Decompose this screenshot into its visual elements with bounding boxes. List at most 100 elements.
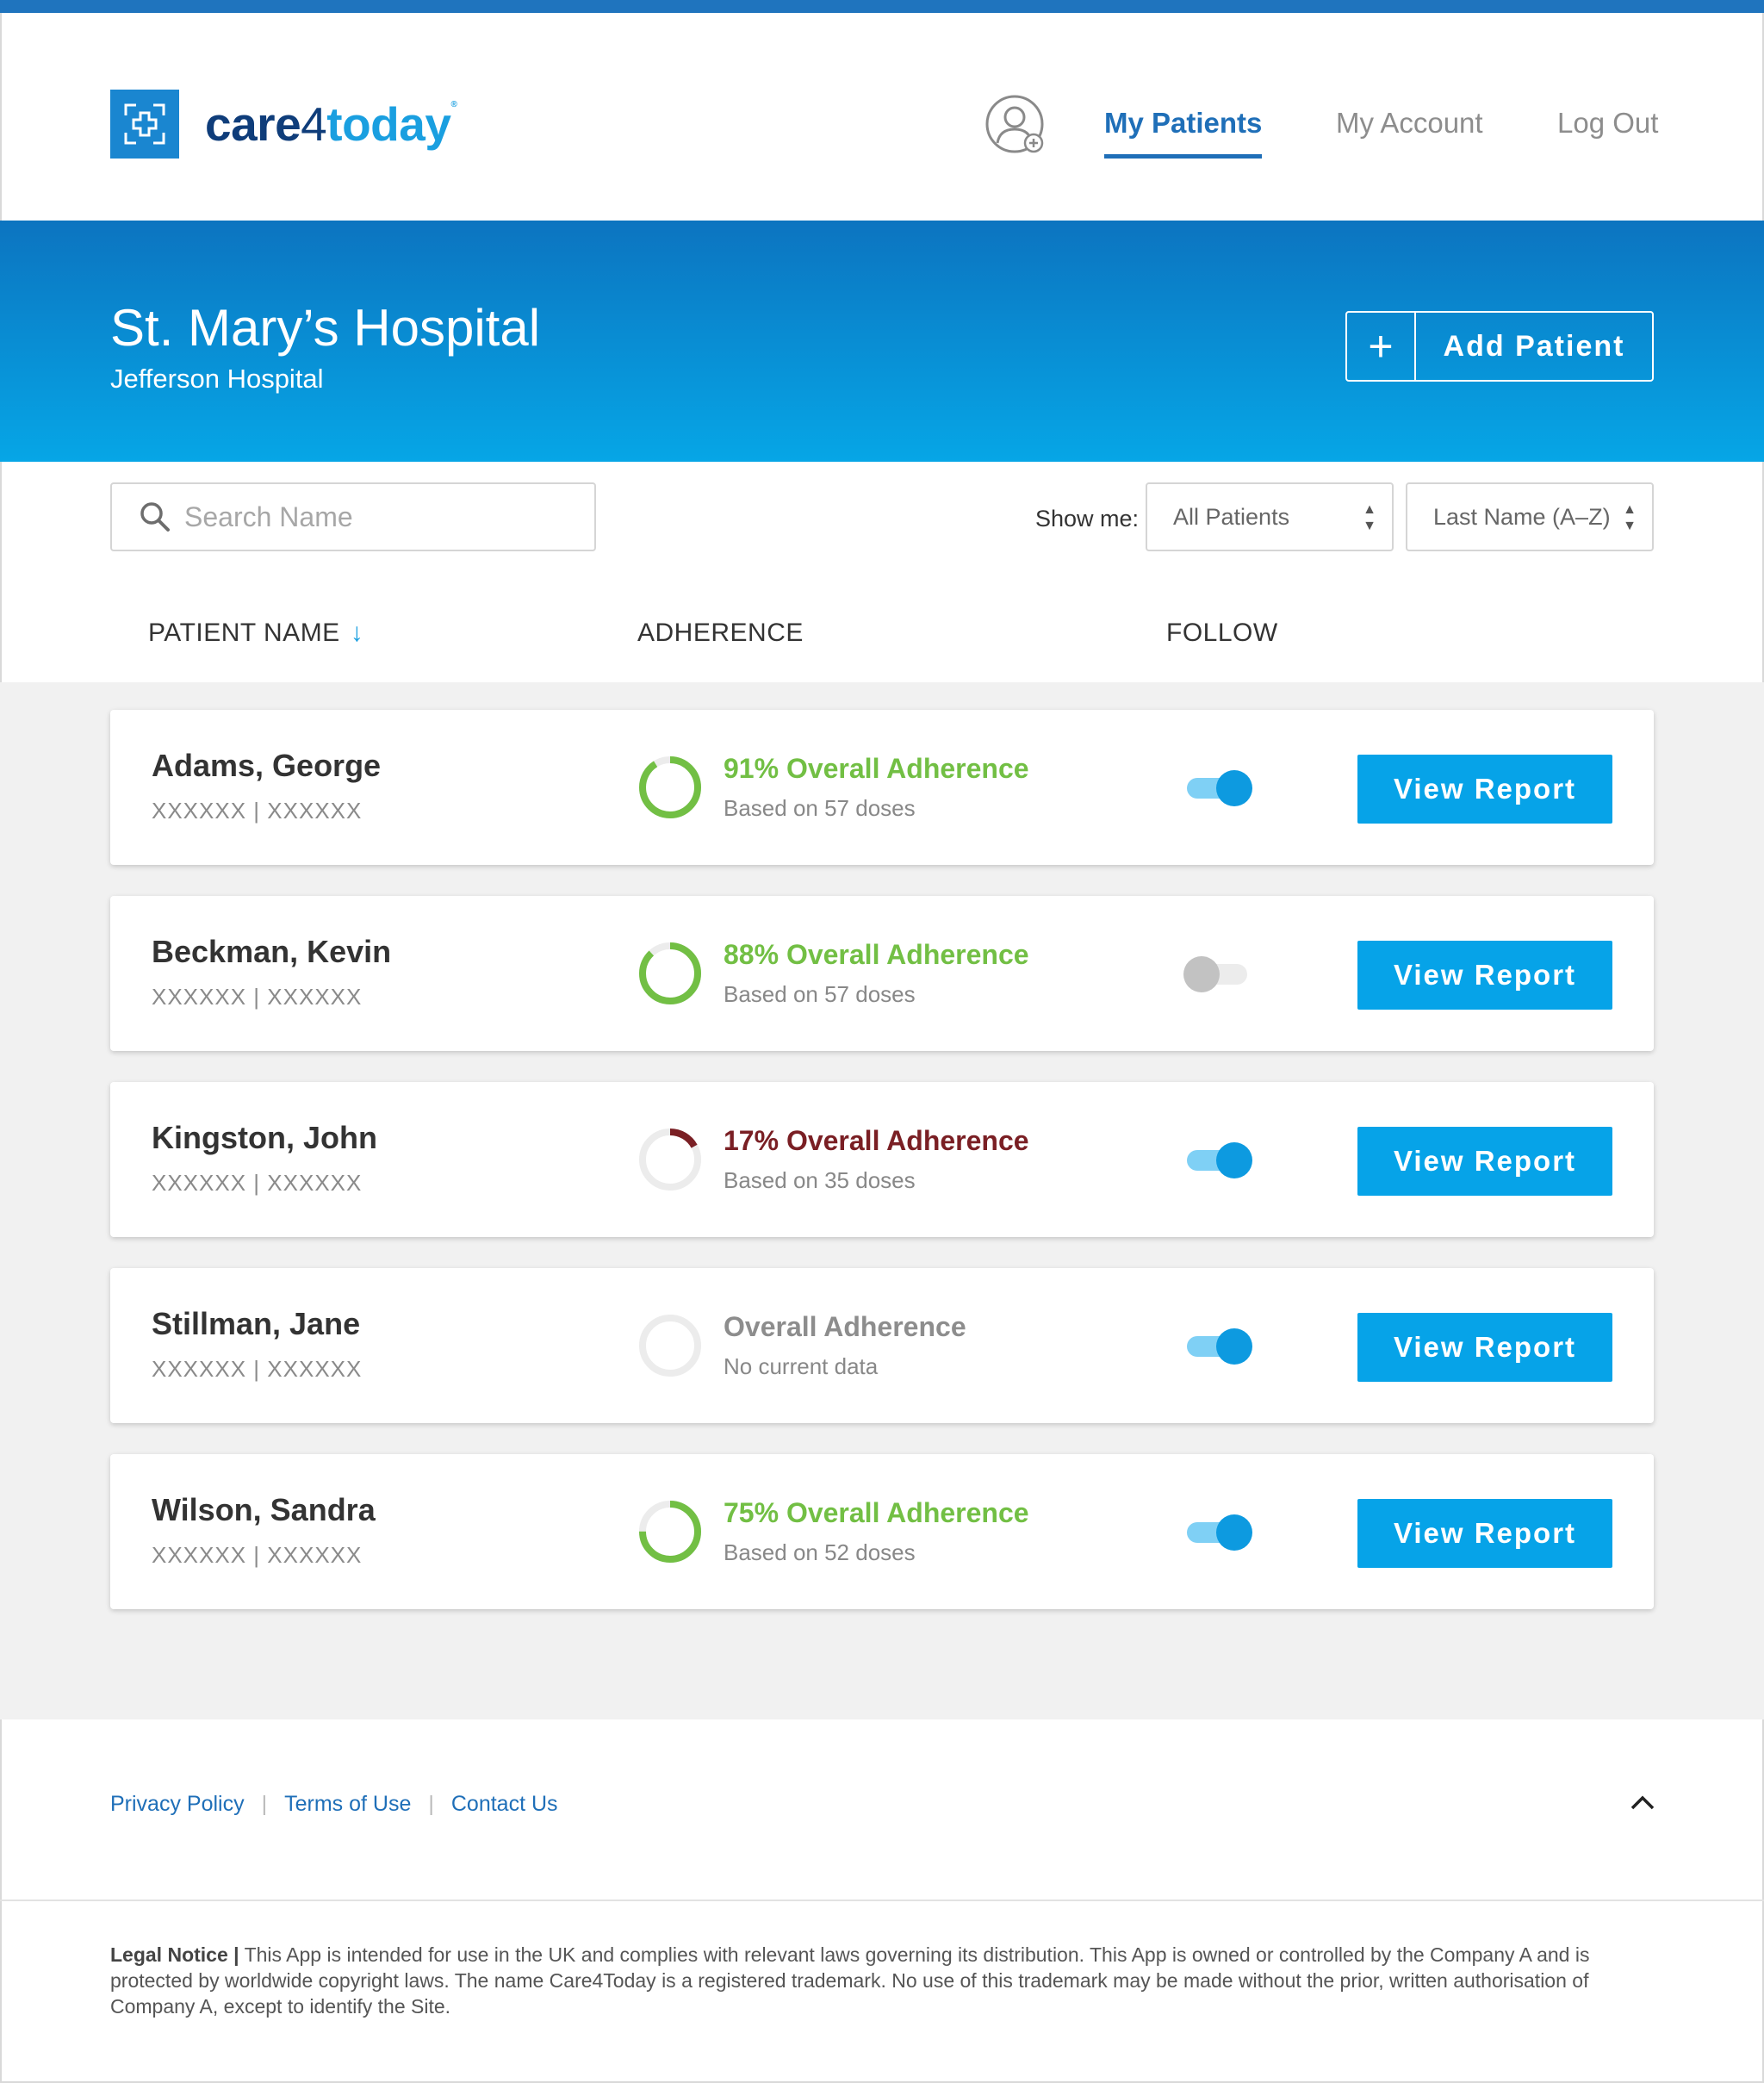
select-arrows-icon: ▲ ▼ [1363, 502, 1376, 533]
add-patient-label: Add Patient [1443, 329, 1625, 363]
follow-toggle[interactable] [1183, 956, 1252, 992]
patient-name[interactable]: Adams, George [152, 748, 381, 784]
patient-id-1: XXXXXX [152, 798, 247, 824]
column-label-name: PATIENT NAME [148, 619, 340, 647]
care4today-logo[interactable]: care4today® [110, 90, 457, 159]
patient-card: Beckman, Kevin XXXXXX | XXXXXX 88% Overall… [110, 896, 1654, 1051]
adherence-doses: Based on 52 doses [724, 1539, 916, 1565]
patient-identifiers: XXXXXX | XXXXXX [152, 1542, 362, 1569]
follow-toggle[interactable] [1183, 770, 1252, 806]
patient-filter-value: All Patients [1173, 503, 1290, 530]
adherence-ring-progress [639, 942, 701, 1004]
plus-icon: + [1347, 313, 1416, 380]
logo-wordmark: care4today® [205, 99, 457, 148]
top-accent-bar [0, 0, 1764, 13]
adherence-ring-progress [639, 756, 701, 818]
logo-cross-icon [110, 90, 179, 159]
search-input[interactable] [184, 501, 563, 533]
legal-notice-text: This App is intended for use in the UK a… [110, 1943, 1590, 2018]
contact-us-link[interactable]: Contact Us [451, 1792, 558, 1817]
patient-id-separator: | [253, 1356, 261, 1382]
adherence-ring [639, 1315, 701, 1377]
patient-id-1: XXXXXX [152, 1542, 247, 1568]
chevron-up-icon[interactable] [1630, 1794, 1655, 1811]
adherence-ring [639, 1501, 701, 1563]
view-report-button[interactable]: View Report [1357, 1127, 1612, 1196]
adherence-ring [639, 942, 701, 1004]
patient-identifiers: XXXXXX | XXXXXX [152, 1170, 362, 1197]
sort-arrow-icon[interactable]: ↓ [351, 619, 364, 647]
patient-list: Adams, George XXXXXX | XXXXXX 91% Overall … [0, 682, 1764, 1719]
legal-notice: Legal Notice | This App is intended for … [110, 1942, 1661, 2019]
patient-identifiers: XXXXXX | XXXXXX [152, 1356, 362, 1383]
patient-id-2: XXXXXX [267, 1356, 363, 1382]
logo-four: 4 [301, 96, 327, 151]
patient-id-separator: | [253, 1542, 261, 1568]
search-box[interactable] [110, 482, 596, 551]
column-header-adherence: ADHERENCE [637, 619, 804, 647]
adherence-doses: Based on 57 doses [724, 795, 916, 821]
footer-links: Privacy Policy | Terms of Use | Contact … [110, 1792, 558, 1817]
sub-hospital-name: Jefferson Hospital [110, 364, 324, 394]
add-patient-button[interactable]: + Add Patient [1345, 311, 1654, 382]
patient-id-1: XXXXXX [152, 1356, 247, 1382]
privacy-policy-link[interactable]: Privacy Policy [110, 1792, 245, 1817]
show-me-label: Show me: [1035, 506, 1140, 532]
patient-id-separator: | [253, 984, 261, 1010]
follow-toggle[interactable] [1183, 1142, 1252, 1178]
toggle-knob [1216, 770, 1252, 806]
patient-id-2: XXXXXX [267, 798, 363, 824]
view-report-button[interactable]: View Report [1357, 1499, 1612, 1568]
footer-divider [0, 1900, 1764, 1901]
nav-log-out[interactable]: Log Out [1557, 107, 1658, 140]
footer-separator: | [261, 1792, 268, 1816]
view-report-button[interactable]: View Report [1357, 755, 1612, 824]
patient-id-2: XXXXXX [267, 1170, 363, 1196]
patient-name[interactable]: Beckman, Kevin [152, 934, 391, 970]
select-arrows-icon: ▲ ▼ [1623, 502, 1637, 533]
follow-toggle[interactable] [1183, 1514, 1252, 1551]
logo-today: today [326, 96, 451, 151]
user-avatar-icon[interactable] [985, 95, 1047, 157]
logo-care: care [205, 96, 301, 151]
patient-card: Adams, George XXXXXX | XXXXXX 91% Overall … [110, 710, 1654, 865]
patient-name[interactable]: Kingston, John [152, 1120, 377, 1156]
patient-card: Kingston, John XXXXXX | XXXXXX 17% Overall… [110, 1082, 1654, 1237]
nav-my-patients[interactable]: My Patients [1104, 107, 1263, 159]
terms-of-use-link[interactable]: Terms of Use [284, 1792, 411, 1817]
legal-notice-title: Legal Notice | [110, 1943, 239, 1966]
patient-id-separator: | [253, 798, 261, 824]
nav-my-account[interactable]: My Account [1336, 107, 1483, 140]
follow-toggle[interactable] [1183, 1328, 1252, 1365]
toggle-knob [1216, 1142, 1252, 1178]
view-report-button[interactable]: View Report [1357, 1313, 1612, 1382]
adherence-doses: No current data [724, 1353, 879, 1379]
adherence-label: Overall Adherence [724, 1311, 966, 1342]
adherence-doses: Based on 35 doses [724, 1167, 916, 1193]
adherence-label: 91% Overall Adherence [724, 753, 1029, 784]
sort-order-select[interactable]: Last Name (A–Z) ▲ ▼ [1406, 482, 1654, 551]
patient-filter-select[interactable]: All Patients ▲ ▼ [1146, 482, 1394, 551]
patient-name[interactable]: Wilson, Sandra [152, 1492, 376, 1528]
patient-id-2: XXXXXX [267, 1542, 363, 1568]
hospital-banner: St. Mary’s Hospital Jefferson Hospital +… [0, 221, 1764, 462]
patient-identifiers: XXXXXX | XXXXXX [152, 984, 362, 1010]
search-icon [140, 502, 170, 532]
patient-identifiers: XXXXXX | XXXXXX [152, 798, 362, 824]
patient-id-1: XXXXXX [152, 984, 247, 1010]
adherence-label: 17% Overall Adherence [724, 1125, 1029, 1156]
patient-id-2: XXXXXX [267, 984, 363, 1010]
hospital-name: St. Mary’s Hospital [110, 299, 541, 357]
logo-registered: ® [450, 99, 457, 109]
toggle-knob [1216, 1514, 1252, 1551]
column-header-patient-name[interactable]: PATIENT NAME ↓ [148, 619, 363, 648]
adherence-ring [639, 756, 701, 818]
footer-separator: | [428, 1792, 434, 1816]
view-report-button[interactable]: View Report [1357, 941, 1612, 1010]
adherence-label: 75% Overall Adherence [724, 1497, 1029, 1528]
toggle-knob [1183, 956, 1220, 992]
toggle-knob [1216, 1328, 1252, 1365]
column-header-follow: FOLLOW [1166, 619, 1278, 647]
patient-card: Stillman, Jane XXXXXX | XXXXXX Overall Adh… [110, 1268, 1654, 1423]
patient-name[interactable]: Stillman, Jane [152, 1306, 360, 1342]
